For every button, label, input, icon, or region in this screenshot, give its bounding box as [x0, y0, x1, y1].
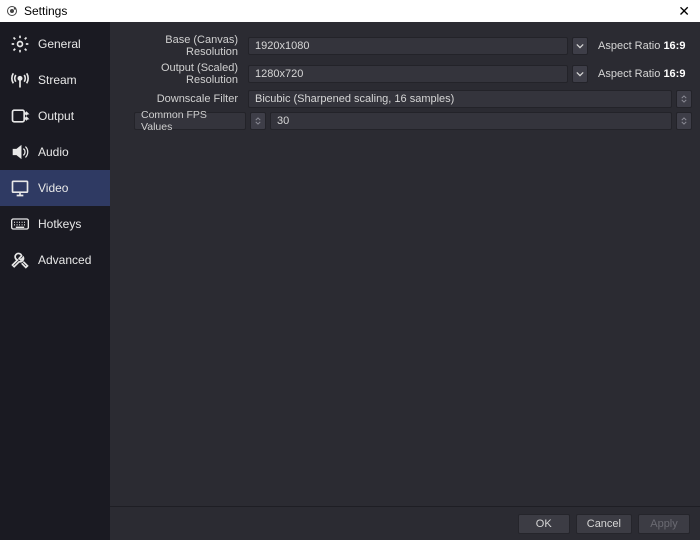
- fps-value: 30: [277, 115, 289, 127]
- fps-value-combo[interactable]: 30: [270, 112, 672, 130]
- broadcast-icon: [10, 70, 30, 90]
- ok-button[interactable]: OK: [518, 514, 570, 534]
- downscale-filter-spinner[interactable]: [676, 90, 692, 108]
- cancel-button[interactable]: Cancel: [576, 514, 632, 534]
- downscale-filter-label: Downscale Filter: [118, 93, 244, 105]
- tools-icon: [10, 250, 30, 270]
- base-resolution-combo[interactable]: 1920x1080: [248, 37, 568, 55]
- output-aspect-ratio: Aspect Ratio 16:9: [592, 68, 692, 80]
- base-resolution-value: 1920x1080: [255, 40, 309, 52]
- monitor-icon: [10, 178, 30, 198]
- fps-mode-selector[interactable]: Common FPS Values: [134, 112, 246, 130]
- base-aspect-ratio: Aspect Ratio 16:9: [592, 40, 692, 52]
- sidebar-item-label: Output: [38, 109, 74, 123]
- output-resolution-combo[interactable]: 1280x720: [248, 65, 568, 83]
- base-resolution-label: Base (Canvas) Resolution: [118, 34, 244, 58]
- sidebar-item-stream[interactable]: Stream: [0, 62, 110, 98]
- apply-button[interactable]: Apply: [638, 514, 690, 534]
- keyboard-icon: [10, 214, 30, 234]
- base-resolution-dropdown[interactable]: [572, 37, 588, 55]
- output-resolution-label: Output (Scaled) Resolution: [118, 62, 244, 86]
- output-icon: [10, 106, 30, 126]
- sidebar-item-label: Audio: [38, 145, 69, 159]
- sidebar-item-audio[interactable]: Audio: [0, 134, 110, 170]
- sidebar-item-general[interactable]: General: [0, 26, 110, 62]
- title-bar: Settings ✕: [0, 0, 700, 22]
- fps-mode-spinner[interactable]: [250, 112, 266, 130]
- sidebar-item-video[interactable]: Video: [0, 170, 110, 206]
- sidebar-item-output[interactable]: Output: [0, 98, 110, 134]
- fps-value-spinner[interactable]: [676, 112, 692, 130]
- output-resolution-value: 1280x720: [255, 68, 303, 80]
- sidebar-item-advanced[interactable]: Advanced: [0, 242, 110, 278]
- sidebar-item-label: Hotkeys: [38, 217, 81, 231]
- app-icon: [6, 5, 18, 17]
- settings-sidebar: General Stream Output Audio Video: [0, 22, 110, 540]
- speaker-icon: [10, 142, 30, 162]
- fps-mode-label: Common FPS Values: [141, 109, 239, 133]
- sidebar-item-label: Stream: [38, 73, 77, 87]
- sidebar-item-label: General: [38, 37, 81, 51]
- downscale-filter-value: Bicubic (Sharpened scaling, 16 samples): [255, 93, 454, 105]
- close-button[interactable]: ✕: [674, 3, 694, 20]
- sidebar-item-label: Video: [38, 181, 68, 195]
- sidebar-item-hotkeys[interactable]: Hotkeys: [0, 206, 110, 242]
- sidebar-item-label: Advanced: [38, 253, 91, 267]
- gear-icon: [10, 34, 30, 54]
- window-title: Settings: [24, 4, 67, 18]
- output-resolution-dropdown[interactable]: [572, 65, 588, 83]
- video-settings-pane: Base (Canvas) Resolution 1920x1080 Aspec…: [110, 22, 700, 506]
- dialog-footer: OK Cancel Apply: [110, 506, 700, 540]
- downscale-filter-combo[interactable]: Bicubic (Sharpened scaling, 16 samples): [248, 90, 672, 108]
